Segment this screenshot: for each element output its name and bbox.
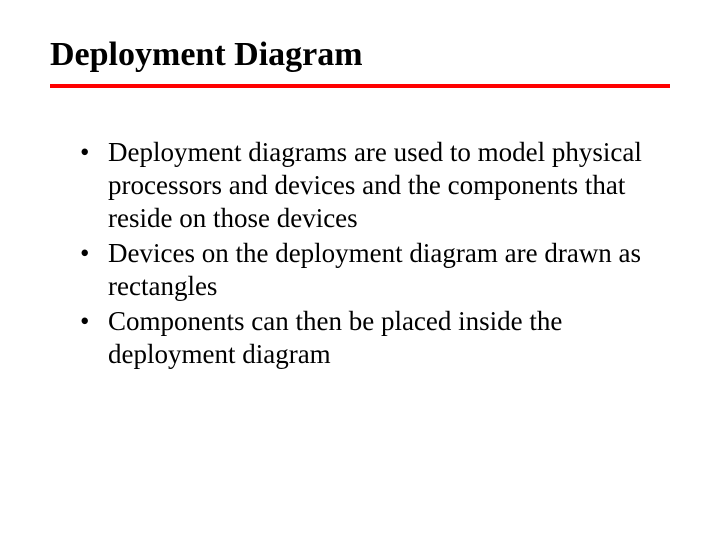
list-item: Components can then be placed inside the… xyxy=(80,305,670,371)
list-item: Deployment diagrams are used to model ph… xyxy=(80,136,670,235)
title-underline xyxy=(50,84,670,88)
list-item: Devices on the deployment diagram are dr… xyxy=(80,237,670,303)
slide-title: Deployment Diagram xyxy=(50,36,670,74)
bullet-list: Deployment diagrams are used to model ph… xyxy=(50,136,670,371)
